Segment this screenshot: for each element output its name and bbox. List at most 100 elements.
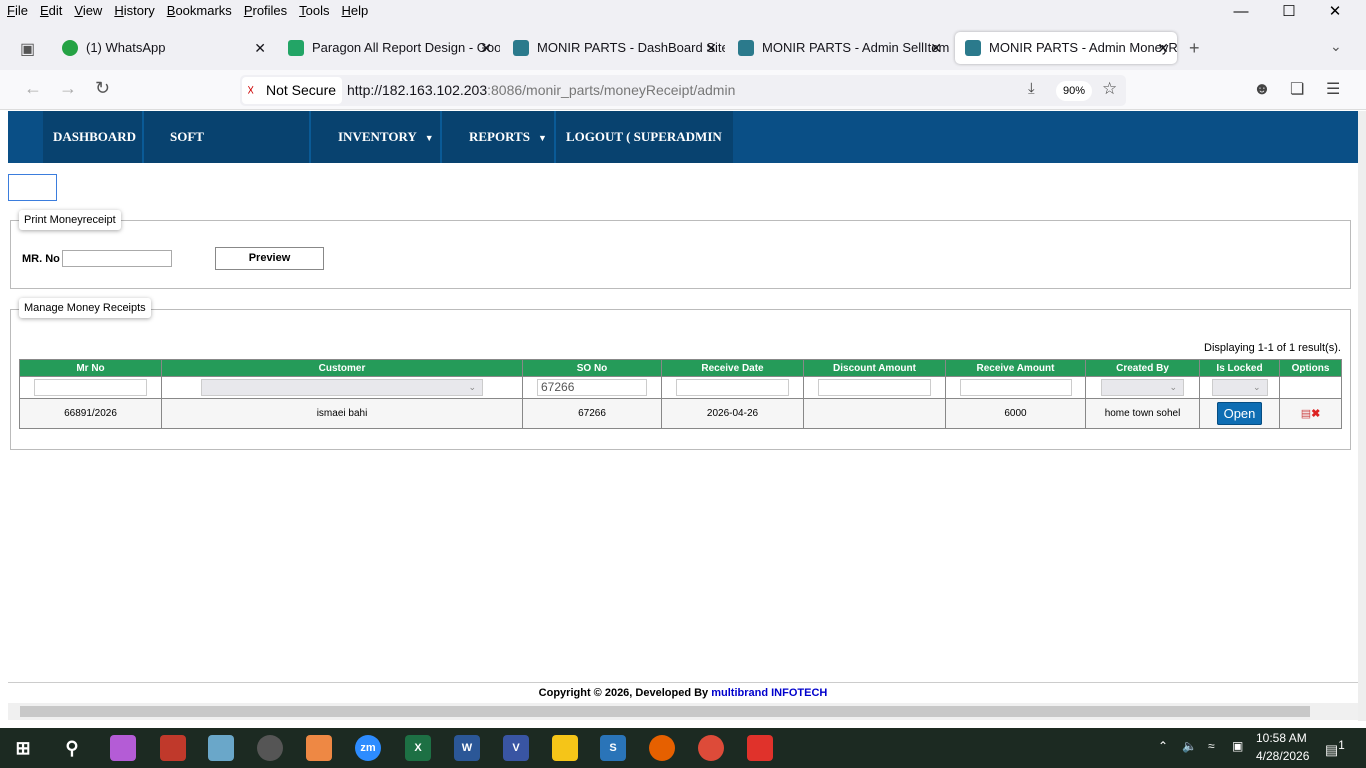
tab-label: Paragon All Report Design - Goo bbox=[312, 40, 500, 55]
print-receipt-icon[interactable]: ▤ bbox=[1301, 408, 1311, 420]
close-tab-icon[interactable]: ✕ bbox=[705, 32, 717, 64]
app-menu-icon[interactable]: ☰ bbox=[1326, 79, 1340, 99]
nav-inventory[interactable]: INVENTORY ▼ bbox=[311, 111, 442, 163]
cell-receive-amount: 6000 bbox=[945, 398, 1086, 429]
delete-icon[interactable]: ✖ bbox=[1311, 408, 1320, 420]
scrollbar-thumb[interactable] bbox=[20, 706, 1310, 717]
mr-no-input[interactable] bbox=[62, 250, 172, 267]
col-options: Options bbox=[1279, 359, 1342, 377]
maximize-button[interactable]: ☐ bbox=[1266, 0, 1312, 24]
nav-reports[interactable]: REPORTS ▼ bbox=[442, 111, 556, 163]
menu-view[interactable]: View bbox=[67, 0, 107, 18]
horizontal-scrollbar[interactable] bbox=[8, 703, 1358, 720]
tab-label: MONIR PARTS - Admin SellItem bbox=[762, 40, 950, 55]
close-tab-icon[interactable]: ✕ bbox=[254, 32, 266, 64]
caret-down-icon: ▼ bbox=[257, 185, 267, 195]
col-created-by[interactable]: Created By bbox=[1085, 359, 1200, 377]
zoom-level[interactable]: 90% bbox=[1056, 81, 1092, 101]
menu-edit[interactable]: Edit bbox=[33, 0, 67, 18]
anydesk-icon[interactable] bbox=[306, 735, 332, 761]
nav-label: LOGOUT ( SUPERADMIN ) bbox=[566, 129, 722, 196]
reload-button[interactable]: ↻ bbox=[95, 78, 110, 99]
copilot-icon[interactable] bbox=[110, 735, 136, 761]
extensions-icon[interactable]: ❏ bbox=[1290, 79, 1304, 99]
bookmark-star-icon[interactable]: ☆ bbox=[1102, 79, 1117, 99]
minimize-button[interactable]: — bbox=[1218, 0, 1264, 24]
account-icon[interactable]: ☻ bbox=[1253, 79, 1271, 99]
volume-icon[interactable]: 🔈 bbox=[1182, 739, 1197, 753]
tab-paragon[interactable]: Paragon All Report Design - Goo ✕ bbox=[278, 32, 500, 64]
col-discount-amount[interactable]: Discount Amount bbox=[803, 359, 946, 377]
menu-bookmarks[interactable]: Bookmarks bbox=[160, 0, 237, 18]
not-secure-label: Not Secure bbox=[266, 82, 337, 98]
open-button[interactable]: Open bbox=[1216, 402, 1263, 425]
developer-link[interactable]: multibrand INFOTECH bbox=[711, 687, 827, 699]
show-hidden-icons[interactable]: ⌃ bbox=[1158, 739, 1168, 753]
menu-tools[interactable]: Tools bbox=[292, 0, 334, 18]
not-secure-badge[interactable]: ☓ Not Secure bbox=[242, 77, 342, 104]
filter-discount-amount[interactable] bbox=[818, 379, 931, 396]
filter-receive-amount[interactable] bbox=[959, 379, 1072, 396]
url-host: http://182.163.102.203 bbox=[347, 82, 488, 98]
filter-is-locked-select[interactable]: ⌄ bbox=[1211, 379, 1268, 396]
s-app-icon[interactable]: S bbox=[600, 735, 626, 761]
close-tab-icon[interactable]: ✕ bbox=[480, 32, 492, 64]
notifications-icon[interactable]: ▤1 bbox=[1325, 739, 1345, 759]
col-is-locked[interactable]: Is Locked bbox=[1199, 359, 1280, 377]
tab-moneyreceipt[interactable]: MONIR PARTS - Admin MoneyR ✕ bbox=[955, 32, 1177, 64]
sticky-notes-icon[interactable] bbox=[552, 735, 578, 761]
menu-help[interactable]: Help bbox=[335, 0, 374, 18]
mr-no-label: MR. No bbox=[22, 253, 60, 265]
nav-label: SOFT CONFIGURE bbox=[170, 129, 250, 196]
tab-list-chevron-icon[interactable]: ⌄ bbox=[1330, 38, 1342, 55]
notes-app-icon[interactable] bbox=[208, 735, 234, 761]
word-icon[interactable]: W bbox=[454, 735, 480, 761]
nav-logout[interactable]: LOGOUT ( SUPERADMIN ) bbox=[556, 111, 733, 196]
tab-overview-icon[interactable]: ▣ bbox=[20, 39, 35, 59]
blank-button[interactable] bbox=[8, 174, 57, 201]
search-icon[interactable]: ⚲ bbox=[59, 735, 85, 761]
filter-customer-select[interactable]: ⌄ bbox=[201, 379, 483, 396]
visio-icon[interactable]: V bbox=[503, 735, 529, 761]
close-tab-icon[interactable]: ✕ bbox=[930, 32, 942, 64]
close-tab-icon[interactable]: ✕ bbox=[1157, 32, 1169, 64]
nav-soft-configure[interactable]: SOFT CONFIGURE ▼ bbox=[144, 111, 311, 196]
chrome-icon[interactable] bbox=[698, 735, 724, 761]
vertical-scrollbar[interactable] bbox=[1358, 111, 1366, 721]
filter-created-by-select[interactable]: ⌄ bbox=[1101, 379, 1184, 396]
tab-dashboard-site[interactable]: MONIR PARTS - DashBoard Site ✕ bbox=[503, 32, 725, 64]
tab-sellitem[interactable]: MONIR PARTS - Admin SellItem ✕ bbox=[728, 32, 950, 64]
col-so-no[interactable]: SO No bbox=[522, 359, 662, 377]
col-receive-date[interactable]: Receive Date bbox=[661, 359, 804, 377]
menu-history[interactable]: History bbox=[107, 0, 159, 18]
wifi-icon[interactable]: ≈ bbox=[1208, 739, 1215, 753]
preview-button[interactable]: Preview bbox=[215, 247, 324, 270]
col-mr-no[interactable]: Mr No bbox=[19, 359, 162, 377]
filter-mr-no[interactable] bbox=[34, 379, 147, 396]
firefox-icon[interactable] bbox=[649, 735, 675, 761]
clock-date[interactable]: 4/28/2026 bbox=[1256, 749, 1309, 763]
tab-whatsapp[interactable]: (1) WhatsApp ✕ bbox=[52, 32, 274, 64]
app-icon[interactable] bbox=[160, 735, 186, 761]
notification-count: 1 bbox=[1338, 739, 1345, 752]
windows-start-icon[interactable]: ⊞ bbox=[10, 735, 36, 761]
filter-receive-date[interactable] bbox=[676, 379, 789, 396]
menu-profiles[interactable]: Profiles bbox=[237, 0, 292, 18]
url-text[interactable]: http://182.163.102.203:8086/monir_parts/… bbox=[347, 82, 735, 98]
col-customer[interactable]: Customer bbox=[161, 359, 523, 377]
new-tab-button[interactable]: + bbox=[1189, 38, 1200, 59]
excel-icon[interactable]: X bbox=[405, 735, 431, 761]
col-receive-amount[interactable]: Receive Amount bbox=[945, 359, 1086, 377]
forward-button[interactable]: → bbox=[59, 78, 77, 99]
camera-icon[interactable]: ▣ bbox=[1232, 739, 1243, 753]
anydesk-remote-icon[interactable] bbox=[747, 735, 773, 761]
zoom-app-icon[interactable]: zm bbox=[355, 735, 381, 761]
whatsapp-taskbar-icon[interactable] bbox=[257, 735, 283, 761]
filter-so-no[interactable]: 67266 bbox=[537, 379, 647, 396]
clock-time[interactable]: 10:58 AM bbox=[1256, 731, 1307, 745]
menu-file[interactable]: File bbox=[0, 0, 33, 18]
nav-dashboard[interactable]: DASHBOARD bbox=[43, 111, 144, 163]
download-page-icon[interactable]: ⤓ bbox=[1028, 80, 1035, 97]
back-button[interactable]: ← bbox=[24, 78, 42, 99]
close-window-button[interactable]: ✕ bbox=[1312, 0, 1358, 24]
